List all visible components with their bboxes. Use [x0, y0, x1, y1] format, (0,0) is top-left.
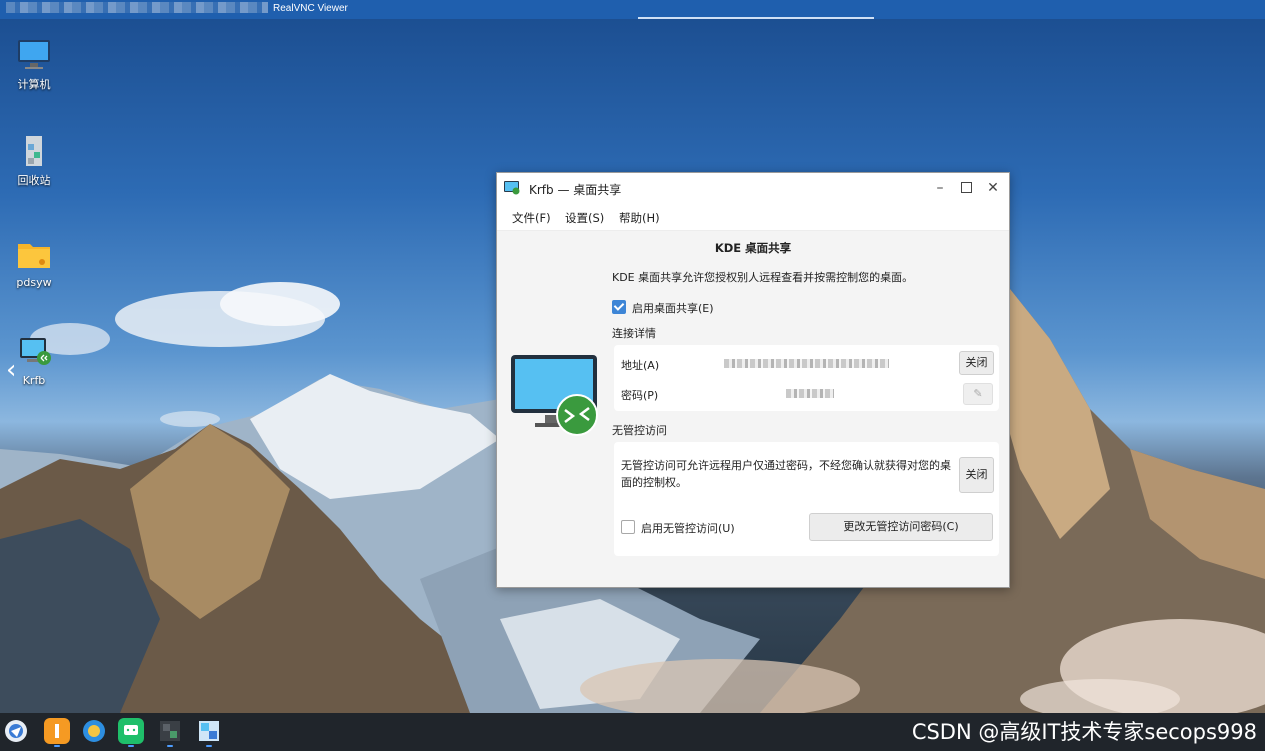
desktop-icon-recycle-bin[interactable]: 回收站: [4, 134, 64, 188]
krfb-window: Krfb — 桌面共享 – ✕ 文件(F) 设置(S) 帮助(H) KDE 桌面…: [496, 172, 1010, 588]
page-heading: KDE 桌面共享: [714, 241, 792, 255]
password-label: 密码(P): [621, 389, 659, 402]
start-menu-icon[interactable]: [3, 718, 29, 744]
desktop-icon-label: 计算机: [17, 78, 51, 91]
vnc-host-masked: [6, 2, 268, 13]
enable-sharing-label: 启用桌面共享(E): [632, 302, 714, 315]
terminal-icon[interactable]: [157, 718, 183, 747]
menu-bar: 文件(F) 设置(S) 帮助(H): [497, 204, 1009, 231]
menu-file[interactable]: 文件(F): [512, 210, 551, 226]
krfb-app-icon: [14, 336, 54, 370]
desktop-sharing-illustration-icon: [509, 353, 601, 437]
krfb-taskbar-icon[interactable]: [196, 718, 222, 747]
vnc-title: RealVNC Viewer: [273, 3, 348, 14]
browser-icon[interactable]: [81, 718, 107, 744]
unattended-description: 无管控访问可允许远程用户仅通过密码，不经您确认就获得对您的桌面的控制权。: [621, 459, 951, 489]
unattended-access-panel: 无管控访问可允许远程用户仅通过密码，不经您确认就获得对您的桌面的控制权。 关闭 …: [614, 442, 999, 556]
enable-sharing-checkbox[interactable]: 启用桌面共享(E): [612, 300, 714, 316]
running-indicator: [128, 745, 134, 747]
enable-unattended-label: 启用无管控访问(U): [641, 522, 735, 535]
change-unattended-password-button[interactable]: 更改无管控访问密码(C): [809, 513, 993, 541]
address-value-masked: [724, 359, 889, 368]
close-icon[interactable]: ✕: [985, 180, 1001, 196]
connection-details-panel: 地址(A) 关闭 密码(P) ✎: [614, 345, 999, 411]
folder-icon: [14, 238, 54, 272]
maximize-icon[interactable]: [958, 180, 974, 196]
password-value-masked: [786, 389, 834, 398]
chevron-left-icon[interactable]: ‹: [6, 357, 16, 383]
unattended-access-title: 无管控访问: [612, 424, 667, 437]
desktop-icon-label: pdsyw: [16, 276, 52, 289]
running-indicator: [206, 745, 212, 747]
vnc-title-bar: RealVNC Viewer: [0, 0, 1265, 19]
krfb-window-icon: [504, 181, 520, 195]
computer-icon: [14, 38, 54, 72]
enable-unattended-checkbox[interactable]: 启用无管控访问(U): [621, 520, 735, 536]
address-label: 地址(A): [621, 359, 660, 372]
checkbox-checked-icon[interactable]: [612, 300, 626, 314]
desktop-icon-computer[interactable]: 计算机: [4, 38, 64, 92]
checkbox-unchecked-icon[interactable]: [621, 520, 635, 534]
unattended-close-button[interactable]: 关闭: [959, 457, 994, 493]
menu-help[interactable]: 帮助(H): [619, 210, 660, 226]
running-indicator: [54, 745, 60, 747]
address-close-button[interactable]: 关闭: [959, 351, 994, 375]
pencil-icon: ✎: [973, 387, 983, 400]
menu-settings[interactable]: 设置(S): [565, 210, 604, 226]
connection-details-title: 连接详情: [612, 327, 656, 340]
edit-password-button[interactable]: ✎: [963, 383, 993, 405]
minimize-icon[interactable]: –: [932, 180, 948, 196]
window-titlebar[interactable]: Krfb — 桌面共享 – ✕: [497, 173, 1009, 204]
recycle-bin-icon: [14, 134, 54, 168]
csdn-watermark: CSDN @高级IT技术专家secops998: [911, 720, 1257, 744]
taskbar: CSDN @高级IT技术专家secops998: [0, 713, 1265, 751]
desktop-icon-label: 回收站: [17, 174, 51, 187]
sharing-description: KDE 桌面共享允许您授权别人远程查看并按需控制您的桌面。: [612, 271, 914, 284]
running-indicator: [167, 745, 173, 747]
file-manager-icon[interactable]: [44, 718, 70, 747]
desktop-icon-folder[interactable]: pdsyw: [4, 238, 64, 289]
window-title: Krfb — 桌面共享: [529, 183, 622, 197]
wechat-icon[interactable]: [118, 718, 144, 747]
